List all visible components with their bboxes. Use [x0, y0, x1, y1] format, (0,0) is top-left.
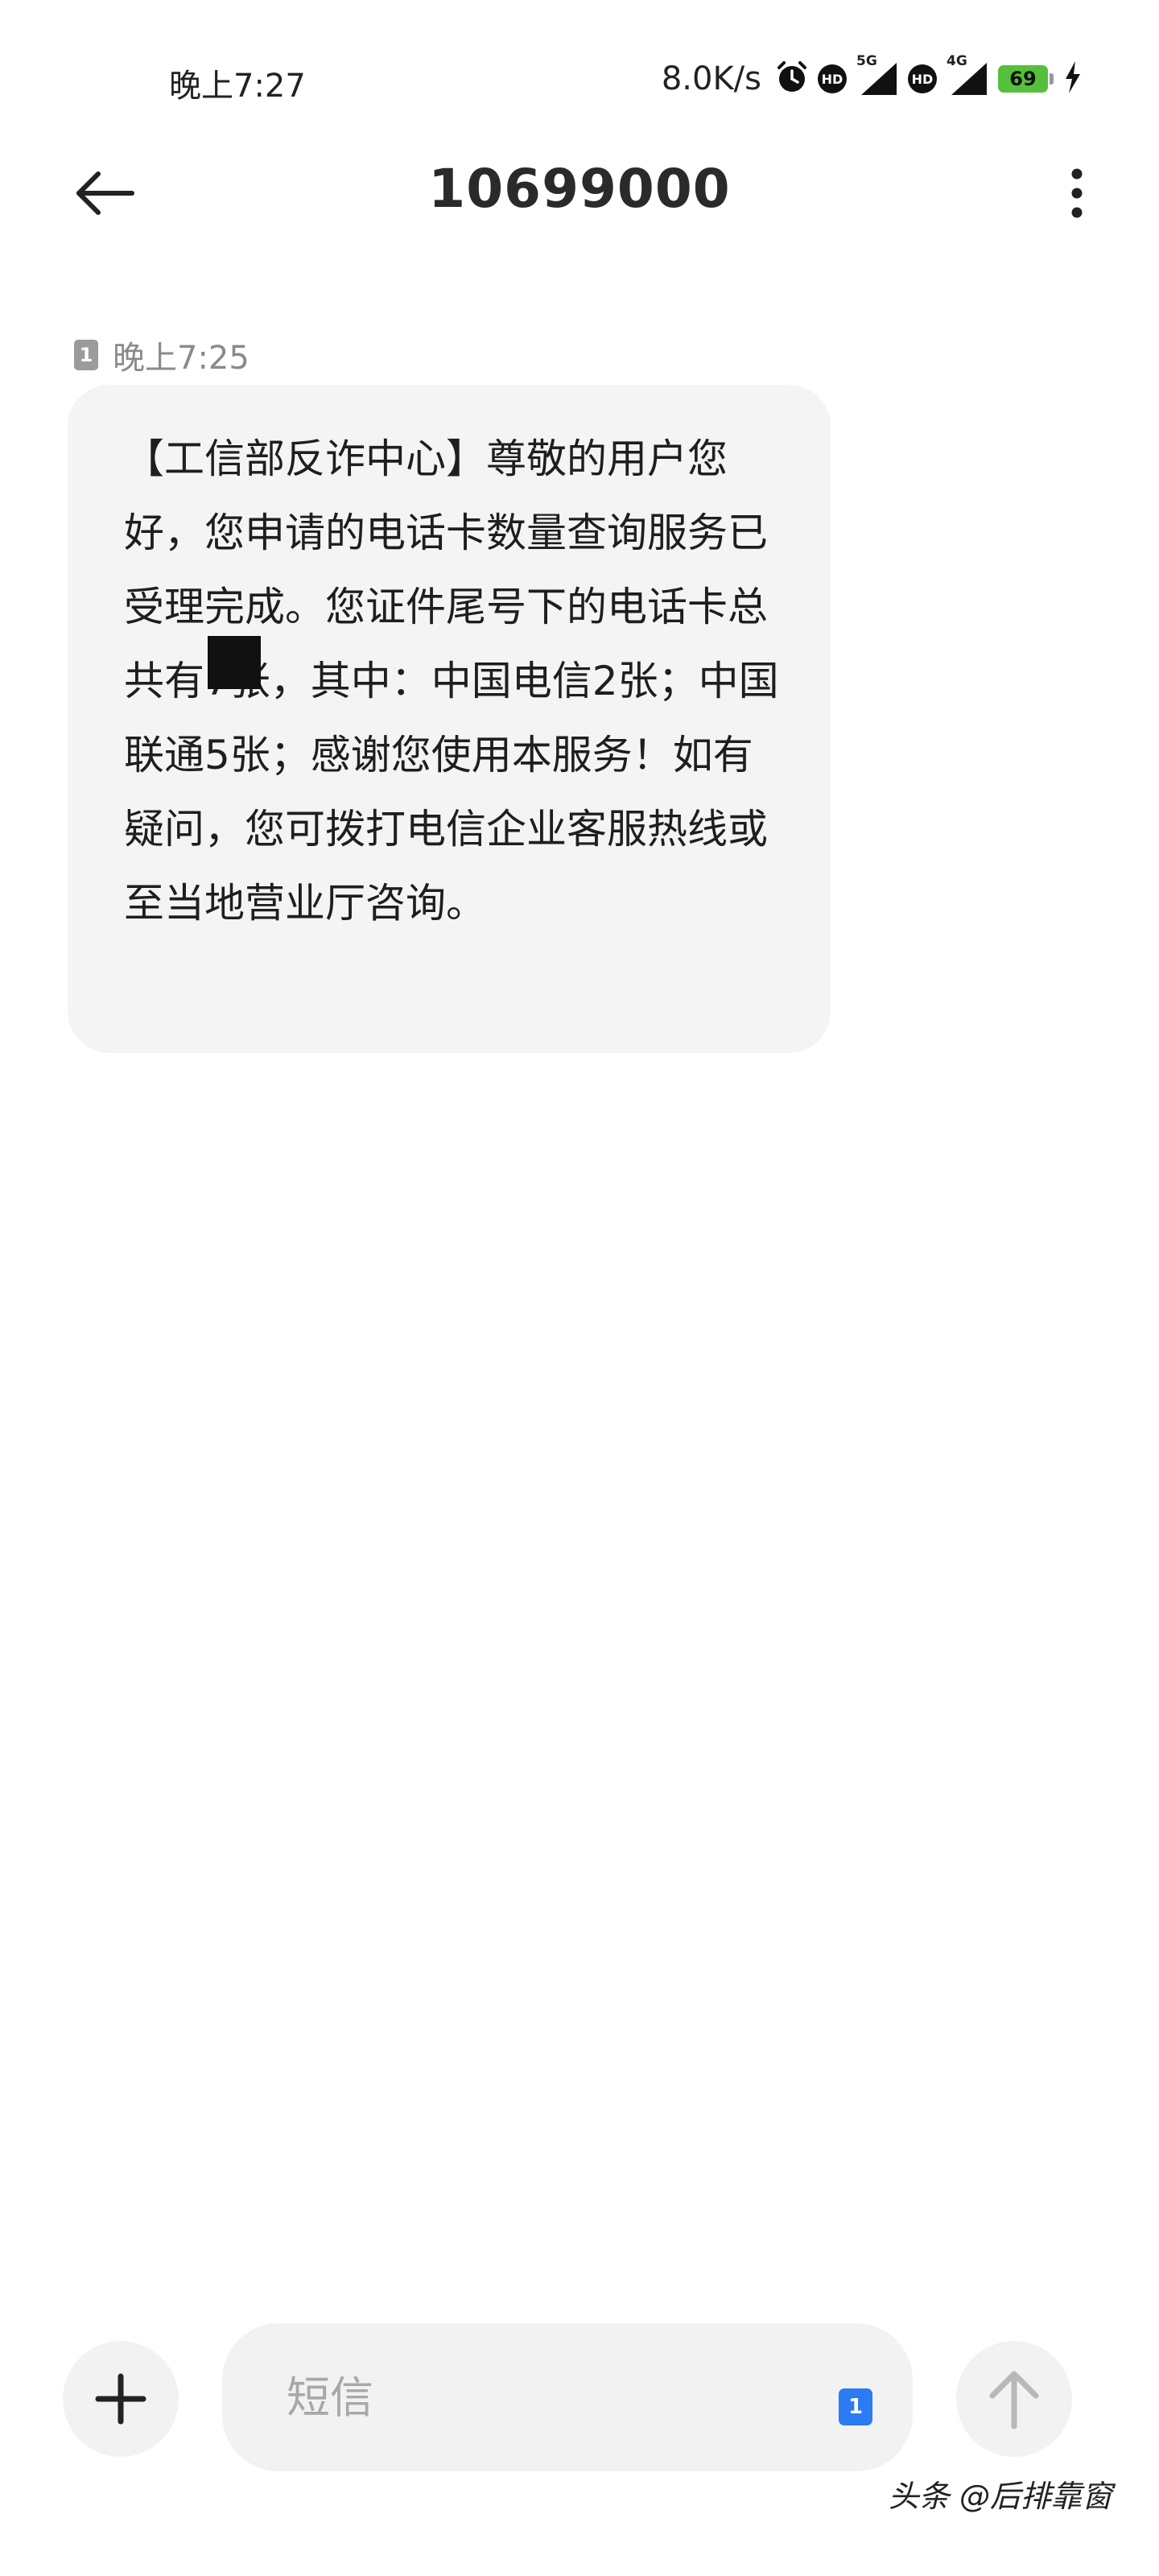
contact-title: 10699000: [428, 158, 731, 220]
signal-icon: 5G: [855, 53, 900, 98]
sms-conversation-screen: 晚上7:27 8.0K/s HD 5G HD 4G 69 10699000 1 …: [0, 0, 1159, 2576]
message-meta: 1 晚上7:25: [74, 332, 250, 378]
signal-icon: 4G: [945, 53, 990, 98]
plus-icon: [95, 2373, 146, 2425]
watermark: 头条 @后排靠窗: [888, 2479, 1112, 2514]
battery-icon: 69: [998, 65, 1054, 93]
hd-icon: HD: [818, 64, 847, 93]
network-speed: 8.0K/s: [661, 60, 761, 97]
charging-icon: [1064, 61, 1082, 97]
message-input[interactable]: [222, 2323, 913, 2471]
message-bubble[interactable]: 【工信部反诈中心】尊敬的用户您好，您申请的电话卡数量查询服务已受理完成。您证件尾…: [68, 385, 831, 1053]
sim-card-icon: 1: [74, 340, 98, 370]
add-attachment-button[interactable]: [63, 2341, 179, 2457]
more-vertical-icon: [1071, 168, 1083, 218]
message-time: 晚上7:25: [113, 340, 250, 377]
sim-selector-icon[interactable]: 1: [839, 2388, 872, 2425]
redaction-mark: [208, 636, 261, 689]
status-bar: 晚上7:27 8.0K/s HD 5G HD 4G 69: [0, 0, 1159, 121]
status-time: 晚上7:27: [169, 68, 306, 105]
hd-icon: HD: [908, 64, 937, 93]
alarm-icon: [774, 60, 810, 98]
send-button[interactable]: [956, 2341, 1072, 2457]
arrow-up-icon: [989, 2371, 1039, 2429]
status-indicators: 8.0K/s HD 5G HD 4G 69: [661, 53, 1082, 101]
more-options-button[interactable]: [1037, 153, 1117, 233]
conversation-header: 10699000: [0, 137, 1159, 242]
